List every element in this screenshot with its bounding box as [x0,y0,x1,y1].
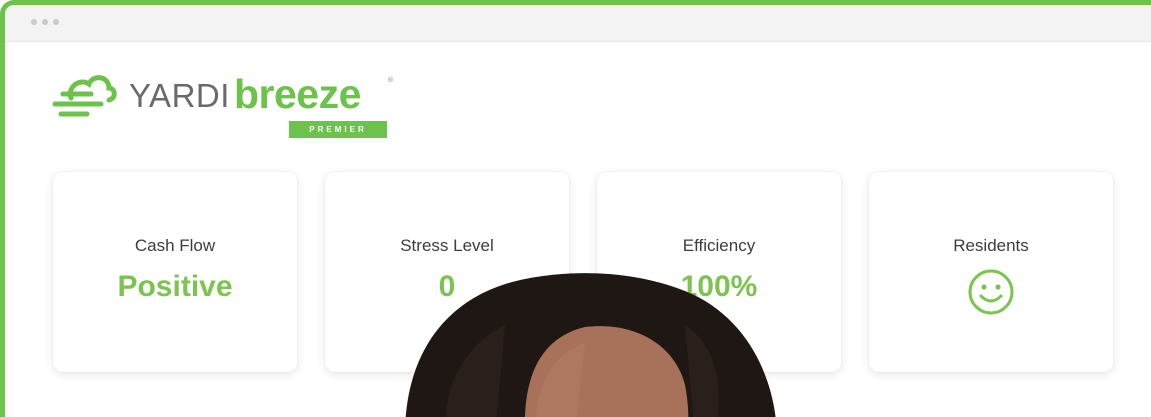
person-photo [405,273,776,417]
metric-card-residents: Residents [869,172,1113,372]
logo-brand-text: YARDI [129,77,230,114]
window-control-dot[interactable] [53,19,59,25]
metric-value: Positive [117,270,233,303]
metric-card-cash-flow: Cash Flow Positive [53,172,297,372]
cloud-wind-icon [52,75,117,117]
browser-window: YARDI breeze ® PREMIER Cash Flow Positiv… [0,0,1151,417]
window-control-dot[interactable] [42,19,48,25]
window-controls [31,19,59,25]
window-titlebar [5,5,1151,42]
window-control-dot[interactable] [31,19,37,25]
logo-product-text: breeze [234,71,361,117]
smiley-face-icon [968,269,1014,315]
metric-label: Cash Flow [134,236,216,255]
logo-registered-mark: ® [387,76,394,84]
yardi-breeze-logo: YARDI breeze ® PREMIER [51,68,411,148]
logo-tier-badge: PREMIER [289,121,387,138]
metric-label: Residents [953,236,1029,255]
